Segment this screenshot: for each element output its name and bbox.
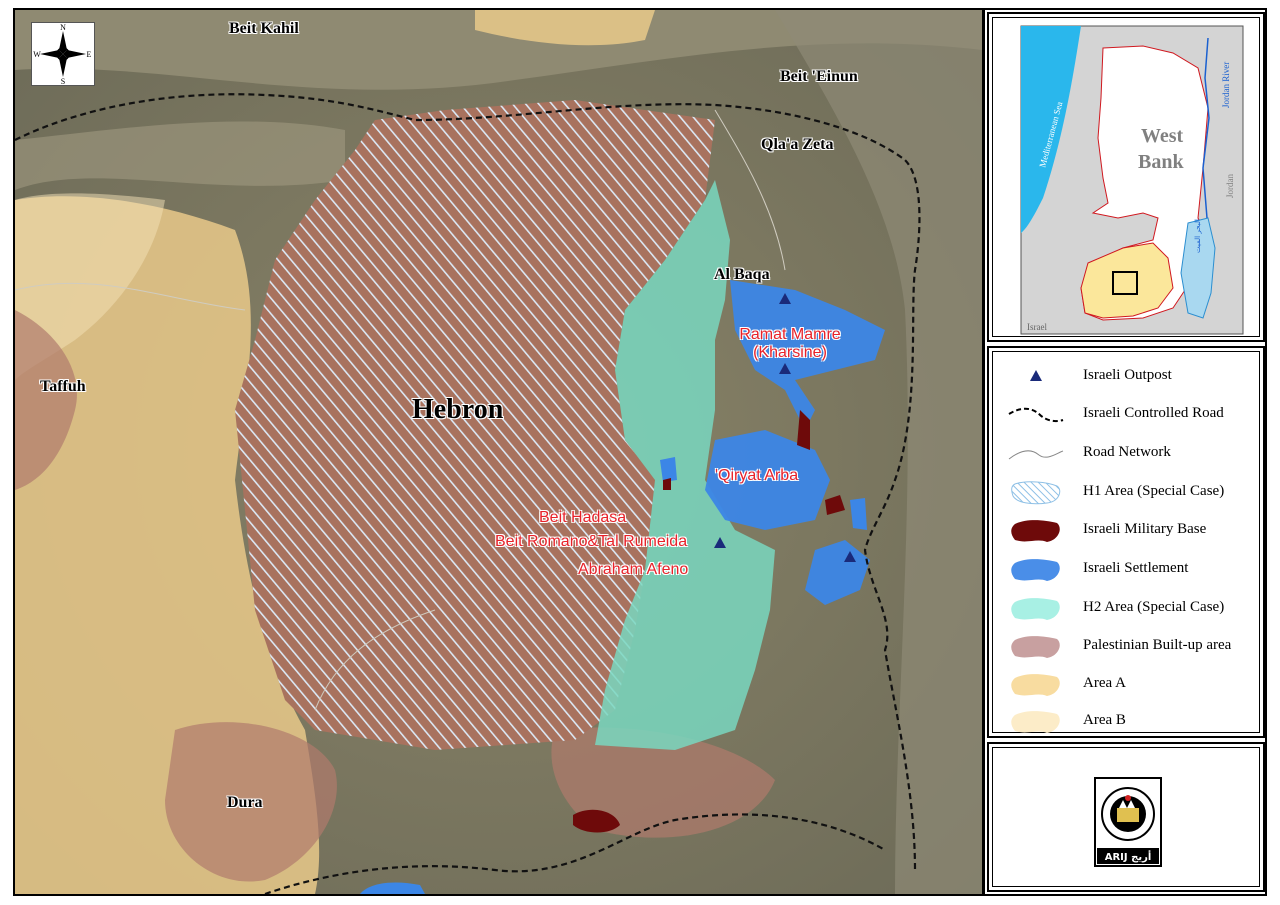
inset-dead-sea-label: البحر الميت (1194, 219, 1202, 253)
inset-west-label: West (1141, 125, 1184, 147)
compass-w: W (33, 50, 41, 59)
legend-item-outpost: Israeli Outpost (1001, 362, 1261, 392)
inset-map-panel: Mediterranean Sea Jordan River West Bank… (987, 12, 1265, 342)
arij-logo: ARIJ أريج (1094, 777, 1162, 867)
legend-label: Israeli Outpost (1083, 367, 1172, 383)
legend-item-area-a: Area A (1001, 670, 1261, 700)
label-abraham-afeno: Abraham Afeno (578, 561, 689, 578)
logo-panel: ARIJ أريج (987, 742, 1265, 892)
legend-label: Israeli Settlement (1083, 560, 1189, 576)
legend-label: H2 Area (Special Case) (1083, 599, 1225, 615)
inset-map-frame: Mediterranean Sea Jordan River West Bank… (992, 17, 1260, 337)
place-beit-einun: Beit 'Einun (780, 68, 858, 85)
compass-rose: N S W E (31, 22, 95, 86)
area-a-icon (1011, 674, 1060, 696)
h2-area-icon (1011, 598, 1060, 620)
legend-item-settlement: Israeli Settlement (1001, 555, 1261, 585)
inset-israel-label: Israel (1027, 322, 1047, 332)
compass-s: S (61, 77, 65, 85)
map-view[interactable]: N S W E Beit Kahil Beit 'Einun Qla'a Zet… (15, 10, 982, 894)
map-canvas (15, 10, 982, 894)
legend-item-builtup: Palestinian Built-up area (1001, 632, 1261, 662)
label-qiryat-arba: 'Qiryat Arba (715, 467, 799, 484)
legend-label: Road Network (1083, 444, 1171, 460)
label-beit-romano: Beit Romano&Tal Rumeida (495, 533, 688, 550)
settlement-icon (1011, 559, 1060, 581)
logo-frame: ARIJ أريج (992, 747, 1260, 887)
legend-item-h2: H2 Area (Special Case) (1001, 594, 1261, 624)
legend-label: Israeli Controlled Road (1083, 405, 1224, 421)
inset-jordan-label: Jordan (1225, 174, 1235, 198)
builtup-icon (1011, 636, 1060, 658)
legend-item-military-base: Israeli Military Base (1001, 516, 1261, 546)
area-b-icon (1011, 711, 1060, 733)
logo-text: ARIJ أريج (1105, 850, 1152, 863)
military-base-4 (663, 478, 671, 490)
compass-icon: N S W E (33, 23, 92, 86)
inset-bank-label: Bank (1138, 151, 1184, 173)
legend-label: Israeli Military Base (1083, 521, 1207, 537)
sidebar-divider (982, 10, 985, 894)
settlement-small-1 (660, 457, 677, 482)
legend-frame: Israeli Outpost Israeli Controlled Road … (992, 351, 1260, 733)
h1-area-icon (1011, 481, 1061, 505)
label-ramat-mamre: Ramat Mamre (Kharsine) (735, 326, 845, 362)
legend-item-road-network: Road Network (1001, 439, 1261, 469)
place-hebron: Hebron (412, 394, 504, 425)
legend-label: Area A (1083, 675, 1126, 691)
label-beit-hadasa: Beit Hadasa (539, 509, 627, 526)
label-ramat-mamre-line1: Ramat Mamre (739, 326, 841, 343)
legend-item-area-b: Area B (1001, 707, 1261, 737)
road-network-icon (1008, 450, 1064, 460)
place-taffuh: Taffuh (40, 378, 86, 395)
legend-item-h1: H1 Area (Special Case) (1001, 478, 1261, 508)
compass-e: E (87, 50, 92, 59)
legend-label: H1 Area (Special Case) (1083, 483, 1225, 499)
legend-panel: Israeli Outpost Israeli Controlled Road … (987, 346, 1265, 738)
place-beit-kahil: Beit Kahil (229, 20, 299, 37)
place-qlaa-zeta: Qla'a Zeta (761, 136, 834, 153)
compass-n: N (60, 23, 66, 32)
legend-label: Palestinian Built-up area (1083, 637, 1232, 653)
legend-item-controlled-road: Israeli Controlled Road (1001, 400, 1261, 430)
legend-label: Area B (1083, 712, 1126, 728)
place-al-baqa: Al Baqa (714, 266, 770, 283)
inset-map: Mediterranean Sea Jordan River West Bank… (1020, 25, 1244, 335)
place-dura: Dura (227, 794, 263, 811)
dashed-road-icon (1008, 407, 1064, 423)
outpost-icon (1030, 370, 1042, 381)
military-base-icon (1011, 520, 1060, 542)
inset-river-label: Jordan River (1221, 62, 1231, 108)
label-ramat-mamre-line2: (Kharsine) (753, 344, 827, 361)
